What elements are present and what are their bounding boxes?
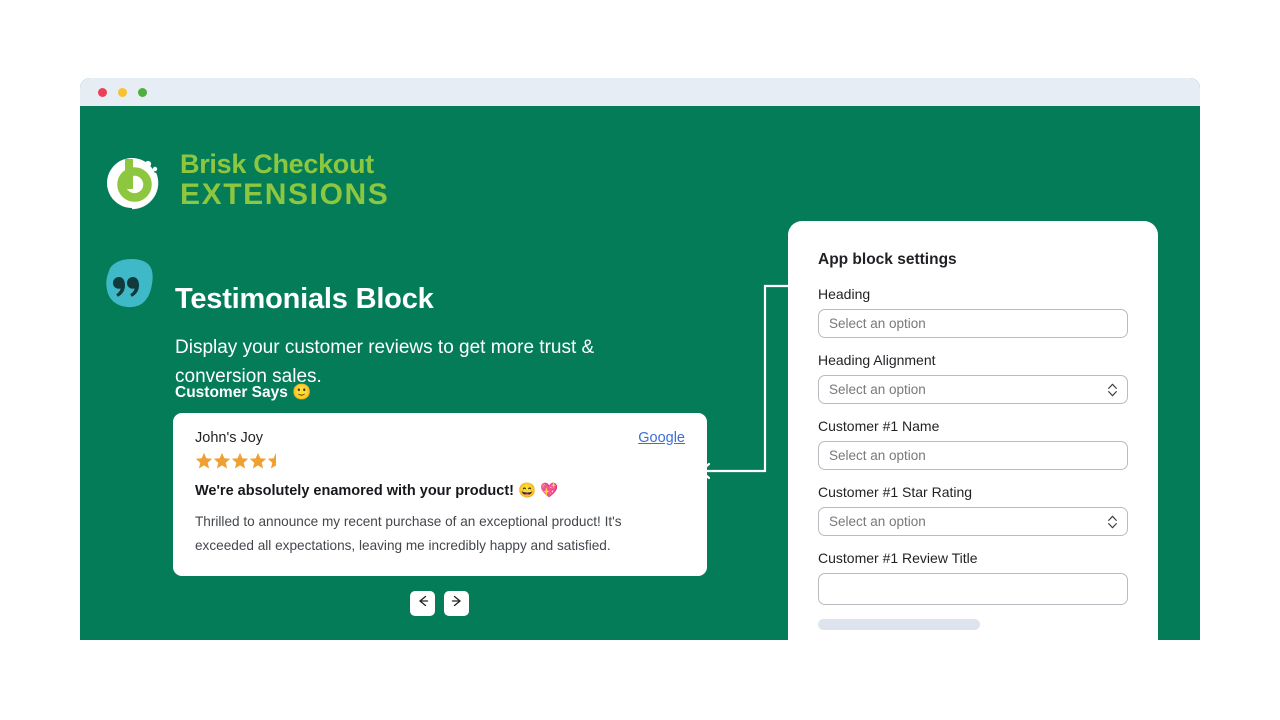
field-label: Heading Alignment bbox=[818, 352, 936, 368]
customer-1-name-placeholder: Select an option bbox=[829, 448, 926, 463]
testimonial-card-header: John's Joy Google bbox=[195, 430, 685, 446]
heading-input-placeholder: Select an option bbox=[829, 316, 926, 331]
loading-skeleton-bar bbox=[818, 619, 980, 630]
field-label: Customer #1 Star Rating bbox=[818, 484, 973, 500]
arrow-right-icon bbox=[450, 594, 464, 613]
reviewer-name: John's Joy bbox=[195, 430, 264, 446]
carousel-nav bbox=[410, 591, 469, 616]
testimonial-card: John's Joy Google We're absolutely enamo… bbox=[173, 413, 707, 576]
customer-says-label: Customer Says 🙂 bbox=[175, 384, 312, 401]
customer-1-star-rating-select[interactable]: Select an option bbox=[818, 507, 1128, 536]
page-title: Testimonials Block bbox=[175, 283, 434, 316]
chevron-up-down-icon[interactable] bbox=[1107, 514, 1118, 530]
brand-header: Brisk Checkout EXTENSIONS bbox=[103, 146, 389, 214]
carousel-next-button[interactable] bbox=[444, 591, 469, 616]
screenshot-root: Brisk Checkout EXTENSIONS Testimonials B… bbox=[0, 0, 1280, 720]
carousel-prev-button[interactable] bbox=[410, 591, 435, 616]
app-block-settings-panel: App block settings Heading Select an opt… bbox=[788, 221, 1158, 640]
field-customer-1-star-rating: Customer #1 Star Rating Select an option bbox=[818, 484, 1128, 536]
review-body: Thrilled to announce my recent purchase … bbox=[195, 514, 622, 553]
field-heading: Heading Select an option bbox=[818, 286, 1128, 338]
customer-1-name-input[interactable]: Select an option bbox=[818, 441, 1128, 470]
arrow-left-icon bbox=[416, 594, 430, 613]
brand-wordmark: Brisk Checkout EXTENSIONS bbox=[180, 148, 390, 211]
window-close-button[interactable] bbox=[98, 87, 107, 97]
brand-line-2: EXTENSIONS bbox=[180, 177, 390, 211]
heading-input[interactable]: Select an option bbox=[818, 309, 1128, 338]
star-rating bbox=[195, 451, 685, 471]
customer-1-review-title-input[interactable] bbox=[818, 573, 1128, 605]
field-label: Heading bbox=[818, 286, 871, 302]
brand-line-1: Brisk Checkout bbox=[180, 148, 374, 179]
heading-alignment-select[interactable]: Select an option bbox=[818, 375, 1128, 404]
window-maximize-button[interactable] bbox=[138, 87, 147, 97]
field-customer-1-review-title: Customer #1 Review Title bbox=[818, 550, 1128, 605]
field-label: Customer #1 Name bbox=[818, 418, 940, 434]
brisk-b-logo-icon bbox=[103, 146, 165, 214]
customer-1-star-rating-placeholder: Select an option bbox=[829, 514, 926, 529]
review-title: We're absolutely enamored with your prod… bbox=[195, 483, 559, 499]
window-minimize-button[interactable] bbox=[118, 87, 127, 97]
browser-titlebar bbox=[80, 78, 1200, 106]
browser-viewport: Brisk Checkout EXTENSIONS Testimonials B… bbox=[80, 106, 1200, 640]
field-customer-1-name: Customer #1 Name Select an option bbox=[818, 418, 1128, 470]
field-label: Customer #1 Review Title bbox=[818, 550, 978, 566]
review-source-link[interactable]: Google bbox=[638, 430, 685, 446]
chevron-up-down-icon[interactable] bbox=[1107, 382, 1118, 398]
field-heading-alignment: Heading Alignment Select an option bbox=[818, 352, 1128, 404]
panel-title: App block settings bbox=[818, 251, 957, 268]
quote-marks-icon bbox=[100, 254, 158, 312]
browser-window: Brisk Checkout EXTENSIONS Testimonials B… bbox=[80, 78, 1200, 640]
heading-alignment-placeholder: Select an option bbox=[829, 382, 926, 397]
